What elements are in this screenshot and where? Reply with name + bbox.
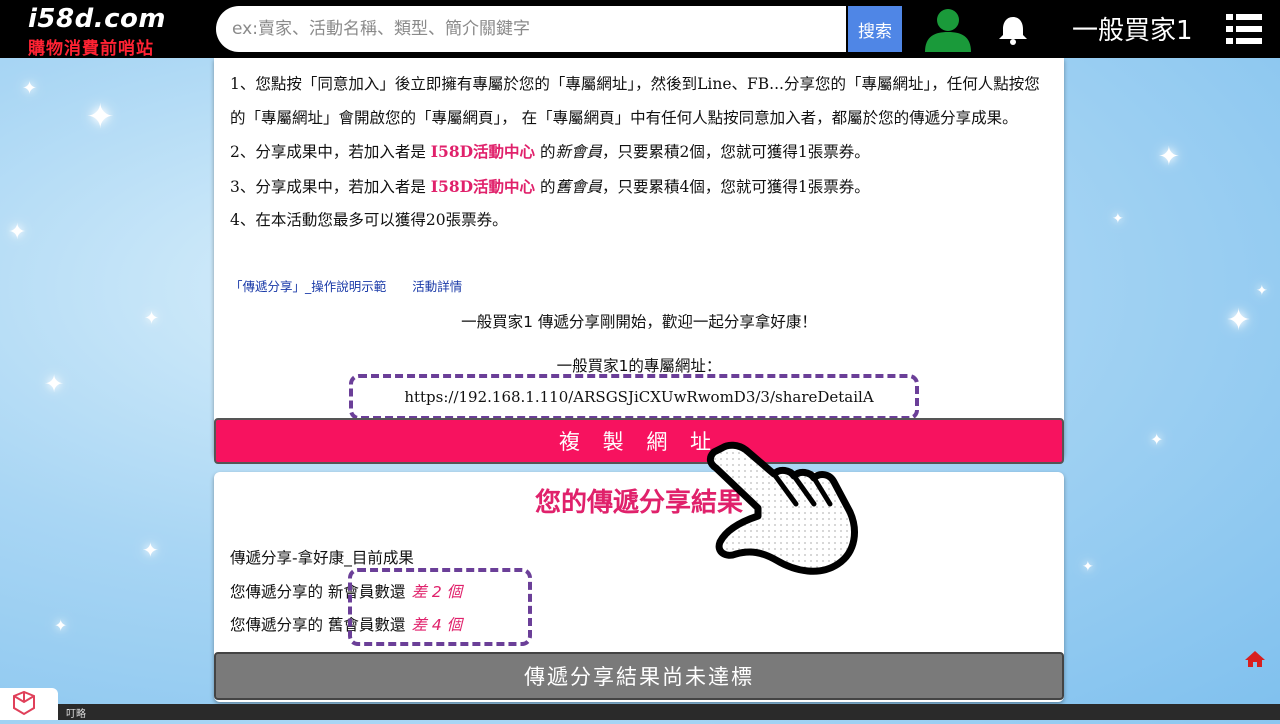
url-label: 一般買家1的專屬網址： (556, 357, 722, 375)
sparkle-decoration: ✦ (1226, 303, 1252, 338)
event-center-name: I58D活動中心 (430, 176, 536, 196)
sparkle-decoration: ✦ (1082, 559, 1094, 575)
laravel-logo-icon (13, 690, 35, 716)
sparkle-decoration: ✦ (22, 78, 38, 99)
rule-2-text: ，只要累積2個，您就可獲得1張票券。 (602, 143, 870, 161)
sparkle-decoration: ✦ (142, 538, 159, 562)
rule-3-text: ，只要累積4個，您就可獲得1張票券。 (602, 177, 870, 196)
event-center-name: I58D活動中心 (430, 142, 536, 161)
sparkle-decoration: ✦ (144, 308, 160, 329)
taskbar-label: 叮略 (66, 709, 86, 720)
search-button[interactable]: 搜索 (848, 6, 902, 52)
search-input[interactable] (216, 6, 846, 52)
sparkle-decoration: ✦ (8, 220, 27, 245)
results-title: 您的傳遞分享結果 (534, 488, 743, 518)
rules-list: 1、您點按「同意加入」後立即擁有專屬於您的「專屬網址」，然後到Line、FB..… (230, 68, 1050, 238)
rule-4: 4、在本活動您最多可以獲得20張票券。 (230, 211, 508, 229)
demo-link[interactable]: 「傳遞分享」_操作說明示範 (230, 279, 386, 294)
count-highlight-box (348, 568, 532, 646)
app-launcher[interactable] (0, 688, 58, 720)
share-results-card: 您的傳遞分享結果 傳遞分享-拿好康_目前成果 您傳遞分享的 新會員數還差 2 個… (214, 472, 1064, 702)
sparkle-decoration: ✦ (54, 616, 68, 635)
copy-url-button[interactable]: 複 製 網 址 (214, 418, 1064, 464)
share-status-button[interactable]: 傳遞分享結果尚未達標 (214, 652, 1064, 700)
user-icon[interactable] (922, 6, 974, 52)
logo-main-text: i58d.com (28, 4, 166, 34)
pointing-hand-icon (706, 441, 858, 575)
site-logo[interactable]: i58d.com 購物消費前哨站 (4, 4, 194, 59)
rule-2-text: 的 (535, 143, 556, 161)
new-member-label: 新會員 (555, 143, 603, 161)
event-details-link[interactable]: 活動詳情 (412, 279, 462, 294)
username-label[interactable]: 一般買家1 (1072, 10, 1193, 47)
sparkle-decoration: ✦ (86, 97, 115, 137)
old-member-label: 舊會員 (555, 177, 603, 196)
share-url[interactable]: https://192.168.1.110/ARSGSJiCXUwRwomD3/… (214, 388, 1064, 406)
top-header: i58d.com 購物消費前哨站 搜索 一般買家1 (0, 0, 1280, 59)
menu-icon[interactable] (1226, 12, 1262, 46)
help-links: 「傳遞分享」_操作說明示範 活動詳情 (230, 276, 484, 295)
rule-3: 3、分享成果中，若加入者是 I58D活動中心 的舊會員，只要累積4個，您就可獲得… (230, 170, 1050, 205)
share-info-card: 1、您點按「同意加入」後立即擁有專屬於您的「專屬網址」，然後到Line、FB..… (214, 58, 1064, 464)
results-subtitle: 傳遞分享-拿好康_目前成果 (230, 549, 414, 567)
logo-sub-text: 購物消費前哨站 (28, 39, 154, 59)
sparkle-decoration: ✦ (1112, 211, 1124, 227)
home-icon[interactable] (1244, 650, 1266, 668)
rule-3-text: 的 (535, 177, 556, 196)
welcome-message: 一般買家1 傳遞分享剛開始，歡迎一起分享拿好康！ (461, 313, 817, 331)
sparkle-decoration: ✦ (44, 370, 65, 398)
bottom-taskbar (0, 704, 1280, 720)
rule-3-text: 3、分享成果中，若加入者是 (230, 177, 431, 196)
sparkle-decoration: ✦ (1158, 142, 1180, 172)
bell-icon[interactable] (996, 14, 1030, 46)
rule-1: 1、您點按「同意加入」後立即擁有專屬於您的「專屬網址」，然後到Line、FB..… (230, 75, 1040, 127)
sparkle-decoration: ✦ (1150, 430, 1164, 449)
rule-2-text: 2、分享成果中，若加入者是 (230, 143, 431, 161)
sparkle-decoration: ✦ (1256, 283, 1268, 299)
rule-2: 2、分享成果中，若加入者是 I58D活動中心 的新會員，只要累積2個，您就可獲得… (230, 135, 1050, 170)
